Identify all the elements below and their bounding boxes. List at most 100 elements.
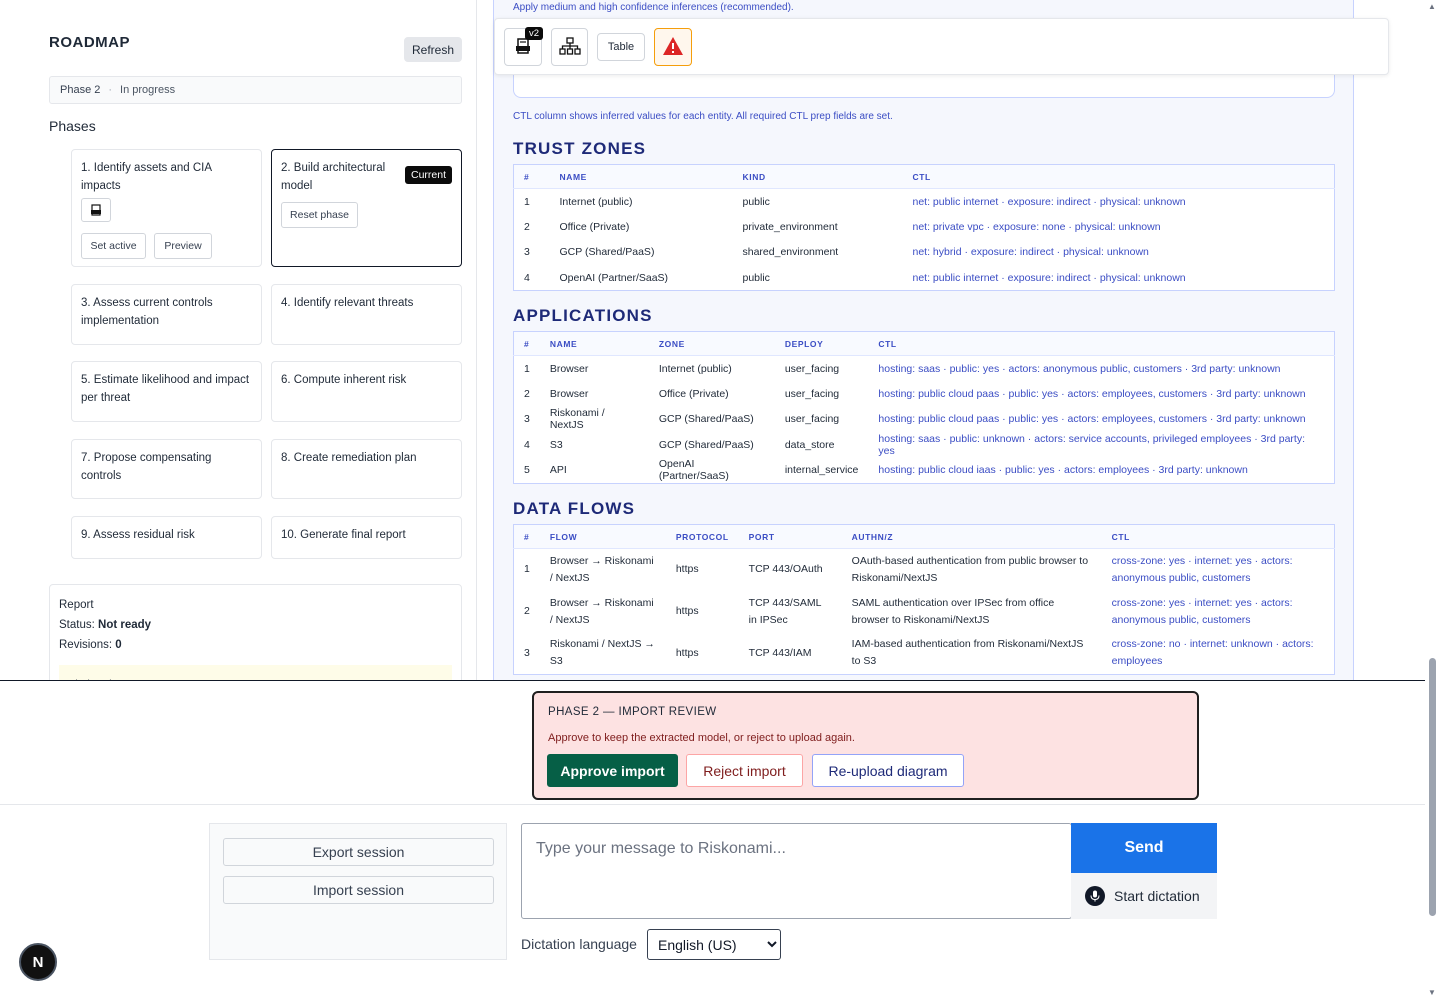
table-cell: data_store: [784, 438, 835, 451]
table-row: 1 Internet (public) public net: public inte…: [514, 189, 1335, 215]
warnings-button[interactable]: [654, 28, 692, 66]
dictation-language-select[interactable]: English (US): [647, 929, 781, 960]
table-row: 3 Riskonami / NextJS GCP (Shared/PaaS) user…: [514, 407, 1335, 433]
column-header: KIND: [732, 164, 903, 189]
table-row: 4 OpenAI (Partner/SaaS) public net: public …: [514, 265, 1335, 291]
ctl-note: CTL column shows inferred values for eac…: [513, 111, 893, 122]
scrollbar-thumb[interactable]: [1429, 658, 1436, 916]
roadmap-title: ROADMAP: [49, 34, 130, 51]
phase-card-label: 2. Build architectural model: [281, 162, 386, 192]
table-row: 2 Browser → Riskonami / NextJS https TCP 44…: [514, 591, 1335, 633]
table-cell: SAML authentication over IPSec from offi…: [851, 596, 1055, 626]
json-view-button[interactable]: v2: [504, 27, 543, 66]
phase-label: Phase 2: [60, 84, 101, 96]
phase-card-3[interactable]: 3. Assess current controls implementatio…: [71, 284, 262, 345]
table-cell: OpenAI (Partner/SaaS): [559, 271, 669, 284]
phase-status-bar: Phase 2 · In progress: [49, 76, 462, 104]
phase-card-1[interactable]: 1. Identify assets and CIA impacts Set a…: [71, 149, 262, 267]
table-cell: net: public internet · exposure: indirec…: [912, 195, 1186, 208]
phase-card-2[interactable]: 2. Build architectural model Current Res…: [271, 149, 462, 267]
table-cell: net: public internet · exposure: indirec…: [912, 271, 1186, 284]
column-header: #: [513, 164, 550, 189]
json-file-icon[interactable]: [81, 198, 111, 222]
table-cell: 1: [524, 362, 530, 375]
phase-card-5[interactable]: 5. Estimate likelihood and impact per th…: [71, 361, 262, 422]
table-cell: 2: [524, 220, 530, 233]
separator-dot: ·: [108, 84, 113, 96]
column-header: FLOW: [539, 524, 666, 549]
table-cell: 3: [524, 646, 530, 659]
table-cell: GCP (Shared/PaaS): [658, 438, 754, 451]
phase-card-7[interactable]: 7. Propose compensating controls: [71, 439, 262, 499]
data-flows-title: DATA FLOWS: [513, 499, 636, 518]
approve-import-button[interactable]: Approve import: [547, 754, 678, 787]
roadmap-panel: ROADMAP Refresh Phase 2 · In progress Ph…: [35, 0, 477, 680]
table-cell: IAM-based authentication from Riskonami/…: [851, 638, 1084, 668]
table-row: 3 GCP (Shared/PaaS) shared_environment net:…: [514, 240, 1335, 266]
start-dictation-button[interactable]: Start dictation: [1071, 873, 1217, 919]
reject-import-button[interactable]: Reject import: [686, 754, 803, 787]
table-cell: shared_environment: [742, 246, 839, 259]
phase-card-label: 1. Identify assets and CIA impacts: [81, 162, 212, 192]
phase-status-text: In progress: [120, 84, 176, 96]
table-cell: https: [675, 646, 699, 659]
diagram-view-button[interactable]: [551, 28, 588, 66]
report-status: Status: Not ready: [59, 619, 152, 631]
column-header: CTL: [902, 164, 1335, 189]
export-session-button[interactable]: Export session: [223, 838, 494, 866]
page-scrollbar[interactable]: ▲ ▼: [1425, 0, 1440, 1000]
microphone-icon: [1085, 886, 1105, 906]
import-review-panel: PHASE 2 — IMPORT REVIEW Approve to keep …: [532, 691, 1199, 800]
phase-card-label: 10. Generate final report: [281, 529, 406, 541]
table-cell: https: [675, 605, 699, 617]
current-badge: Current: [404, 166, 452, 184]
phase-card-9[interactable]: 9. Assess residual risk: [71, 516, 262, 559]
table-row: 3 Riskonami / NextJS → S3 https TCP 443/IAM…: [514, 633, 1335, 675]
phase-card-label: 3. Assess current controls implementatio…: [81, 297, 213, 327]
set-active-button[interactable]: Set active: [81, 233, 146, 259]
table-cell: API: [549, 464, 567, 476]
import-session-button[interactable]: Import session: [223, 876, 494, 904]
phase-card-label: 6. Compute inherent risk: [281, 374, 407, 386]
table-cell: 4: [524, 438, 530, 451]
table-cell: cross-zone: yes · internet: yes · actors…: [1111, 554, 1293, 584]
preview-button[interactable]: Preview: [154, 233, 212, 259]
column-header: #: [513, 331, 540, 356]
phase-card-4[interactable]: 4. Identify relevant threats: [271, 284, 462, 345]
table-cell: OpenAI (Partner/SaaS): [658, 458, 729, 482]
table-cell: Browser → Riskonami / NextJS: [549, 554, 654, 584]
report-panel: Report Status: Not ready Revisions: 0 Mi…: [49, 584, 462, 680]
trust-zones-table: # NAME KIND CTL 1 Internet (public) public…: [513, 164, 1335, 291]
column-header: #: [513, 524, 540, 549]
dock-divider: [0, 680, 1425, 681]
data-flows-table: # FLOW PROTOCOL PORT AUTHN/Z CTL 1 Browse…: [513, 524, 1335, 675]
reset-phase-button[interactable]: Reset phase: [281, 202, 358, 228]
message-input[interactable]: [521, 823, 1072, 919]
hierarchy-diagram-icon: [558, 36, 581, 58]
table-view-button[interactable]: Table: [597, 33, 645, 61]
reupload-diagram-button[interactable]: Re-upload diagram: [812, 754, 964, 787]
model-content-panel: Apply medium and high confidence inferen…: [493, 0, 1354, 680]
scroll-up-arrow-icon[interactable]: ▲: [1428, 2, 1436, 11]
table-cell: Riskonami / NextJS: [549, 407, 605, 432]
table-cell: Internet (public): [559, 195, 633, 208]
table-cell: user_facing: [784, 387, 840, 400]
scroll-down-arrow-icon[interactable]: ▼: [1428, 988, 1436, 997]
table-cell: Browser: [549, 362, 589, 375]
refresh-button[interactable]: Refresh: [404, 37, 462, 62]
table-cell: hosting: saas · public: unknown · actors…: [878, 432, 1306, 457]
table-cell: Internet (public): [658, 362, 732, 375]
phase-card-10[interactable]: 10. Generate final report: [271, 516, 462, 559]
table-header-row: # NAME ZONE DEPLOY CTL: [513, 331, 1335, 356]
table-cell: cross-zone: yes · internet: yes · actors…: [1111, 596, 1293, 626]
phase-card-8[interactable]: 8. Create remediation plan: [271, 439, 462, 499]
nextjs-dev-badge[interactable]: N: [19, 943, 57, 981]
dock-separator: [0, 804, 1425, 805]
table-cell: Office (Private): [658, 387, 729, 400]
report-warning: Missing phase JSON: [59, 665, 452, 680]
phase-card-6[interactable]: 6. Compute inherent risk: [271, 361, 462, 422]
table-cell: S3: [549, 438, 563, 451]
send-button[interactable]: Send: [1071, 823, 1217, 873]
table-cell: TCP 443/IAM: [748, 646, 812, 659]
view-toolbar: v2 Table: [494, 18, 1389, 75]
